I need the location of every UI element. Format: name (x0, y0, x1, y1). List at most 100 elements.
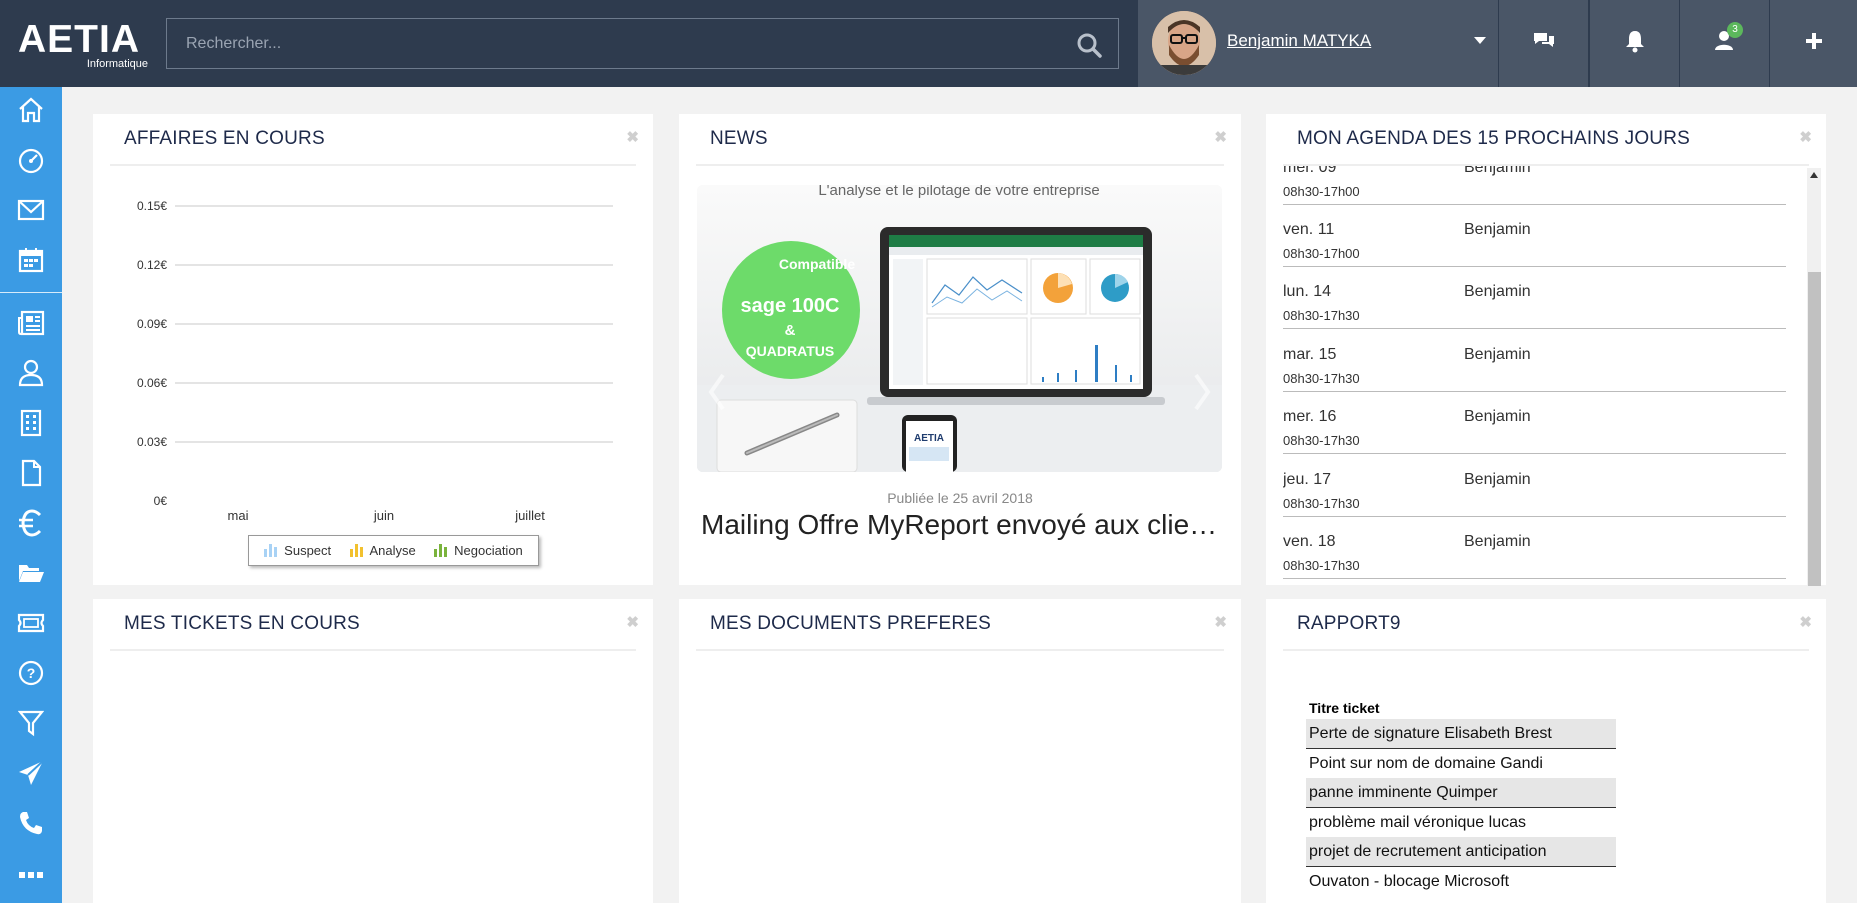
sidebar-item-mail[interactable] (0, 187, 62, 237)
legend-item[interactable]: Suspect (264, 543, 331, 558)
phone-icon (17, 809, 45, 842)
close-icon[interactable]: ✖ (1214, 613, 1227, 631)
panel-affaires: AFFAIRES EN COURS ✖ 0€ 0.03€ 0.06€ 0.09€ 0.1… (93, 114, 653, 585)
sidebar-item-calendar[interactable] (0, 237, 62, 287)
badge-line-2: sage 100C (741, 295, 840, 317)
table-row[interactable]: Point sur nom de domaine Gandi (1306, 749, 1616, 779)
close-icon[interactable]: ✖ (1214, 128, 1227, 146)
sidebar-item-calls[interactable] (0, 800, 62, 850)
bar-chart-icon (349, 544, 363, 557)
sidebar-item-folders[interactable] (0, 550, 62, 600)
avatar[interactable] (1152, 11, 1216, 75)
legend-item[interactable]: Analyse (349, 543, 416, 558)
y-tick-label: 0€ (154, 494, 168, 508)
badge-line-1: Compatible (779, 256, 855, 272)
user-icon (18, 359, 44, 392)
send-icon (17, 759, 45, 792)
agenda-row[interactable]: jeu. 17 Benjamin 08h30-17h30 (1283, 455, 1786, 517)
x-tick-label: mai (228, 508, 249, 523)
agenda-row[interactable]: ven. 18 Benjamin 08h30-17h30 (1283, 517, 1786, 579)
document-icon (19, 459, 43, 492)
agenda-person: Benjamin (1464, 408, 1531, 425)
sidebar-item-documents[interactable] (0, 450, 62, 500)
sidebar-item-more[interactable] (0, 850, 62, 900)
sidebar-item-news[interactable] (0, 300, 62, 350)
notifications-button[interactable] (1589, 0, 1679, 87)
y-tick-label: 0.03€ (137, 435, 167, 449)
sidebar-item-help[interactable]: ? (0, 650, 62, 700)
aetia-logo[interactable]: AETIA Informatique (18, 18, 153, 72)
sidebar-item-contacts[interactable] (0, 350, 62, 400)
news-icon (17, 310, 45, 341)
user-menu[interactable]: Benjamin MATYKA (1138, 0, 1498, 87)
agenda-row[interactable]: mer. 16 Benjamin 08h30-17h30 (1283, 392, 1786, 454)
chevron-down-icon[interactable] (1474, 37, 1486, 44)
news-headline[interactable]: Mailing Offre MyReport envoyé aux client… (701, 509, 1226, 541)
agenda-person: Benjamin (1464, 346, 1531, 363)
sidebar-item-filters[interactable] (0, 700, 62, 750)
user-name-link[interactable]: Benjamin MATYKA (1227, 31, 1371, 51)
agenda-day: ven. 18 (1283, 533, 1336, 550)
agenda-person: Benjamin (1464, 283, 1531, 300)
agenda-row[interactable]: lun. 14 Benjamin 08h30-17h30 (1283, 267, 1786, 329)
legend-label: Negociation (454, 543, 523, 558)
top-bar: AETIA Informatique Benjamin MATYKA (0, 0, 1857, 87)
close-icon[interactable]: ✖ (626, 613, 639, 631)
agenda-row[interactable]: mer. 09 Benjamin 08h30-17h00 (1283, 166, 1786, 205)
legend-item[interactable]: Negociation (434, 543, 523, 558)
sidebar-item-finance[interactable] (0, 500, 62, 550)
table-row[interactable]: projet de recrutement anticipation (1306, 837, 1616, 867)
panel-divider (696, 164, 1224, 166)
agenda-row[interactable]: ven. 11 Benjamin 08h30-17h00 (1283, 205, 1786, 267)
table-row[interactable]: Ouvaton - blocage Microsoft (1306, 867, 1616, 897)
panel-title: MES TICKETS EN COURS (124, 613, 360, 634)
sidebar-item-companies[interactable] (0, 400, 62, 450)
sidebar-item-tickets[interactable] (0, 600, 62, 650)
panel-divider (110, 649, 636, 651)
agenda-scrollbar-thumb[interactable] (1808, 272, 1821, 586)
table-row[interactable]: panne imminente Quimper (1306, 778, 1616, 808)
search-input[interactable] (167, 19, 1118, 68)
mail-icon (17, 198, 45, 227)
folder-open-icon (17, 561, 45, 590)
calendar-icon (17, 246, 45, 279)
agenda-row[interactable]: mar. 15 Benjamin 08h30-17h30 (1283, 330, 1786, 392)
agenda-day: mer. 16 (1283, 408, 1337, 425)
users-button[interactable]: 3 (1679, 0, 1769, 87)
agenda-list[interactable]: mer. 09 Benjamin 08h30-17h00 ven. 11 Benjami… (1283, 166, 1786, 584)
panel-agenda: MON AGENDA DES 15 PROCHAINS JOURS ✖ mer.… (1266, 114, 1826, 585)
table-row[interactable]: problème mail véronique lucas (1306, 808, 1616, 838)
euro-icon (18, 508, 44, 542)
panel-title: MES DOCUMENTS PREFERES (710, 613, 991, 634)
close-icon[interactable]: ✖ (1799, 613, 1812, 631)
plus-icon (1805, 33, 1822, 54)
agenda-time: 08h30-17h30 (1283, 433, 1360, 448)
home-icon (17, 96, 45, 129)
scroll-up-icon[interactable] (1810, 172, 1818, 178)
panel-documents: MES DOCUMENTS PREFERES ✖ (679, 599, 1241, 903)
agenda-person: Benjamin (1464, 166, 1531, 176)
agenda-day: mar. 15 (1283, 346, 1337, 363)
chat-button[interactable] (1498, 0, 1588, 87)
agenda-time: 08h30-17h00 (1283, 184, 1360, 199)
chart-legend: Suspect Analyse Negociation (248, 535, 539, 566)
search-icon[interactable] (1076, 32, 1102, 63)
table-row[interactable]: Perte de signature Elisabeth Brest (1306, 719, 1616, 749)
logo-subtitle: Informatique (86, 58, 148, 70)
close-icon[interactable]: ✖ (1799, 128, 1812, 146)
y-tick-label: 0.12€ (137, 258, 167, 272)
affaires-chart: 0€ 0.03€ 0.06€ 0.09€ 0.12€ 0.15€ mai juin juille… (137, 199, 613, 523)
y-tick-label: 0.15€ (137, 199, 167, 213)
rapport-table: Titre ticket Perte de signature Elisabet… (1306, 697, 1616, 897)
agenda-time: 08h30-17h30 (1283, 371, 1360, 386)
sidebar-item-dashboard[interactable] (0, 137, 62, 187)
sidebar-item-campaigns[interactable] (0, 750, 62, 800)
x-tick-label: juillet (514, 508, 545, 523)
panel-tickets: MES TICKETS EN COURS ✖ (93, 599, 653, 903)
agenda-person: Benjamin (1464, 533, 1531, 550)
panel-title: NEWS (710, 128, 768, 149)
news-banner-image[interactable]: AETIA Compatible sage 100C & QUADRATUS L… (697, 185, 1222, 472)
svg-text:AETIA: AETIA (914, 433, 944, 444)
sidebar-item-home[interactable] (0, 87, 62, 137)
add-button[interactable] (1769, 0, 1857, 87)
